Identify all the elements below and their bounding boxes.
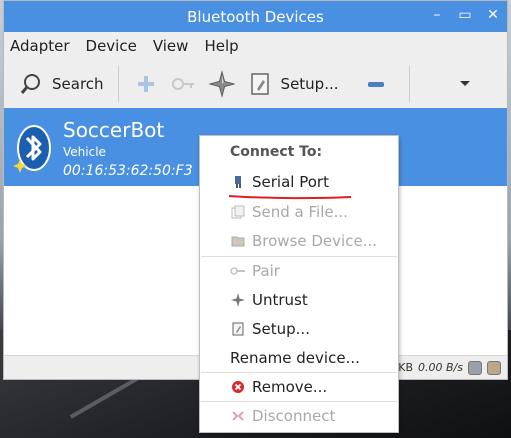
key-icon	[171, 71, 197, 97]
menu-item-disconnect[interactable]: Disconnect	[200, 402, 398, 430]
rx-indicator-icon	[468, 360, 482, 375]
folder-icon	[230, 233, 246, 249]
setup-document-icon	[247, 71, 273, 97]
setup-button[interactable]: Setup...	[241, 64, 345, 104]
maximize-button[interactable]: ▭	[457, 7, 473, 23]
minus-icon	[363, 71, 389, 97]
title-bar: Bluetooth Devices – ▭ ✕	[4, 1, 507, 32]
device-name: SoccerBot	[63, 118, 165, 142]
bluetooth-icon	[10, 124, 54, 174]
menu-item-setup[interactable]: Setup...	[200, 315, 398, 343]
menu-item-untrust[interactable]: Untrust	[200, 286, 398, 314]
serial-port-label: Serial Port	[252, 173, 329, 191]
minimize-button[interactable]: –	[429, 7, 445, 23]
trust-button[interactable]	[203, 64, 241, 104]
menu-item-send-file[interactable]: Send a File...	[200, 198, 398, 226]
serial-port-icon	[230, 174, 246, 190]
pair-label: Pair	[252, 262, 280, 280]
menu-help[interactable]: Help	[204, 37, 238, 55]
setup-label: Setup...	[280, 75, 339, 93]
send-file-icon	[230, 204, 246, 220]
device-address: 00:16:53:62:50:F3	[63, 163, 193, 179]
star-icon	[208, 70, 235, 98]
red-underline-annotation	[228, 195, 352, 200]
menu-item-serial-port[interactable]: Serial Port	[200, 168, 398, 196]
key-icon	[230, 263, 246, 279]
window-title: Bluetooth Devices	[187, 7, 324, 26]
setup-document-icon	[230, 321, 246, 337]
search-label: Search	[52, 75, 104, 93]
menu-item-pair[interactable]: Pair	[200, 257, 398, 285]
setup-menu-label: Setup...	[252, 320, 310, 338]
pair-key-button[interactable]	[165, 64, 203, 104]
send-file-label: Send a File...	[252, 203, 348, 221]
rename-device-label: Rename device...	[230, 349, 360, 367]
device-context-menu: Connect To: Serial Port Send a File... B…	[199, 135, 399, 433]
toolbar: Search Setup...	[4, 60, 507, 109]
menu-device[interactable]: Device	[86, 37, 137, 55]
chevron-down-icon	[452, 71, 478, 97]
untrust-label: Untrust	[252, 291, 308, 309]
browse-device-label: Browse Device...	[252, 232, 377, 250]
menu-bar: Adapter Device View Help	[4, 32, 507, 60]
star-icon	[230, 292, 246, 308]
menu-adapter[interactable]: Adapter	[10, 37, 70, 55]
add-device-button[interactable]	[127, 64, 165, 104]
toolbar-overflow-button[interactable]	[446, 64, 484, 104]
search-icon	[18, 71, 44, 97]
remove-label: Remove...	[252, 378, 328, 396]
plus-icon	[133, 71, 159, 97]
disconnect-label: Disconnect	[252, 407, 336, 425]
close-button[interactable]: ✕	[485, 7, 501, 23]
disconnect-icon	[230, 408, 246, 424]
remove-icon	[230, 379, 246, 395]
menu-item-browse-device[interactable]: Browse Device...	[200, 227, 398, 255]
connect-to-header: Connect To:	[230, 144, 323, 160]
device-type: Vehicle	[63, 145, 106, 159]
menu-view[interactable]: View	[153, 37, 189, 55]
menu-item-rename-device[interactable]: Rename device...	[200, 344, 428, 372]
toolbar-separator	[117, 66, 119, 102]
remove-device-button[interactable]	[357, 64, 395, 104]
search-button[interactable]: Search	[12, 64, 110, 104]
toolbar-separator	[408, 66, 410, 102]
tx-indicator-icon	[487, 360, 501, 375]
menu-item-remove[interactable]: Remove...	[200, 373, 398, 401]
window-controls: – ▭ ✕	[429, 7, 501, 23]
